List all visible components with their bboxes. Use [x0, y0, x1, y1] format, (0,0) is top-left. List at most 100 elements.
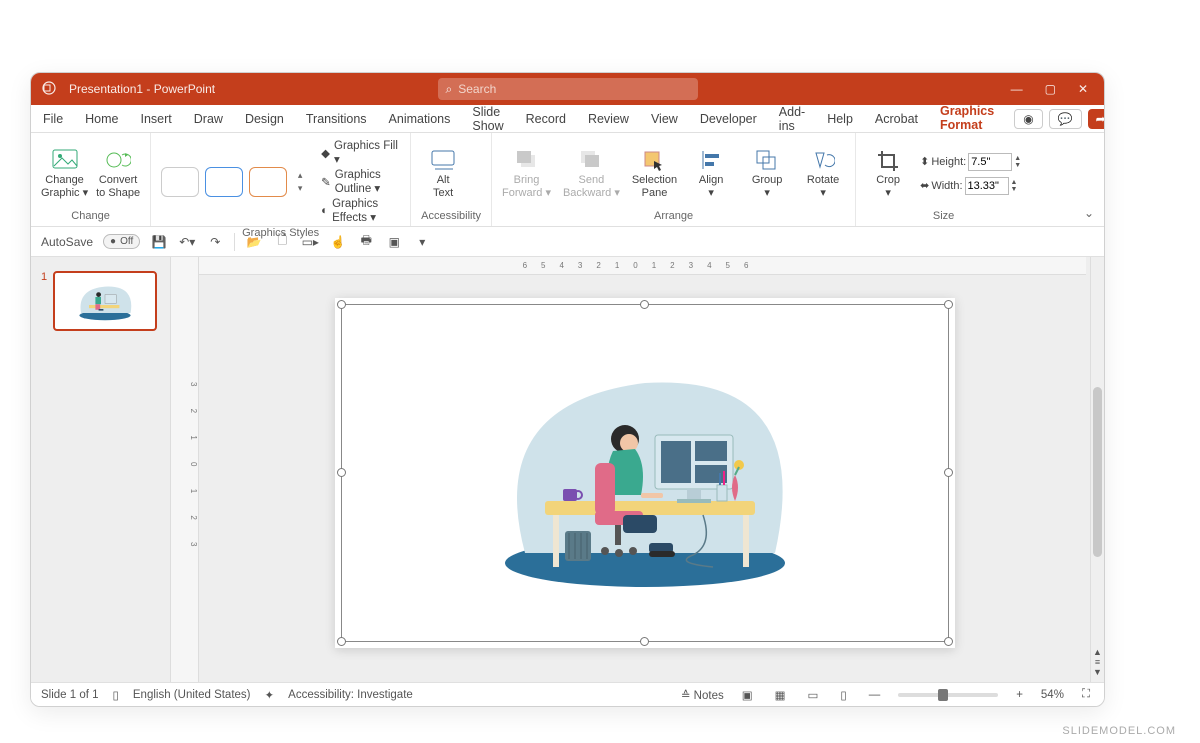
notes-toggle[interactable]: ≙ Notes: [681, 688, 724, 702]
cameo-button[interactable]: ◉: [1014, 109, 1042, 129]
height-icon: ⬍: [920, 155, 929, 168]
slide-counter[interactable]: Slide 1 of 1: [41, 689, 99, 701]
graphics-outline-button[interactable]: ✎Graphics Outline ▾: [321, 168, 400, 196]
align-icon: [697, 148, 725, 172]
graphics-fill-button[interactable]: ◆Graphics Fill ▾: [321, 139, 400, 167]
tab-view[interactable]: View: [649, 108, 680, 130]
resize-handle-tl[interactable]: [337, 300, 346, 309]
slide[interactable]: [335, 298, 955, 648]
style-preset-2[interactable]: [205, 167, 243, 197]
ribbon-group-size: Crop ▾ ⬍Height:▲▼ ⬌Width:▲▼ Size: [856, 133, 1031, 226]
selection-bounding-box[interactable]: [341, 304, 949, 642]
tab-acrobat[interactable]: Acrobat: [873, 108, 920, 130]
width-field[interactable]: ⬌Width:▲▼: [920, 177, 1021, 195]
slide-nav-arrows[interactable]: ▲≡▼: [1091, 648, 1104, 678]
ribbon-group-accessibility: Alt Text Accessibility: [411, 133, 492, 226]
search-input[interactable]: [458, 82, 689, 96]
resize-handle-l[interactable]: [337, 468, 346, 477]
group-label-accessibility: Accessibility: [421, 208, 481, 224]
crop-button[interactable]: Crop ▾: [866, 148, 910, 198]
tab-file[interactable]: File: [41, 108, 65, 130]
share-button[interactable]: ➦▾: [1088, 109, 1105, 129]
group-label-size: Size: [866, 208, 1021, 224]
ribbon-group-arrange: Bring Forward ▾ Send Backward ▾ Selectio…: [492, 133, 856, 226]
bring-forward-button[interactable]: Bring Forward ▾: [502, 148, 551, 198]
alt-text-icon: [429, 148, 457, 172]
graphics-effects-button[interactable]: ◐Graphics Effects ▾: [321, 197, 400, 225]
group-button[interactable]: Group ▾: [745, 148, 789, 198]
bring-forward-icon: [513, 148, 541, 172]
tab-help[interactable]: Help: [825, 108, 855, 130]
slideshow-view-button[interactable]: ▯: [836, 688, 850, 702]
zoom-in-button[interactable]: +: [1012, 689, 1027, 701]
thumb-preview: [53, 271, 157, 331]
resize-handle-b[interactable]: [640, 637, 649, 646]
vertical-ruler[interactable]: 3 2 1 0 1 2 3: [171, 257, 199, 682]
alt-text-button[interactable]: Alt Text: [421, 148, 465, 198]
accessibility-icon: ✦: [265, 688, 275, 702]
zoom-slider[interactable]: [898, 693, 998, 697]
scrollbar-thumb[interactable]: [1093, 387, 1102, 557]
tab-addins[interactable]: Add-ins: [777, 101, 807, 137]
normal-view-button[interactable]: ▣: [738, 688, 757, 702]
style-preset-3[interactable]: [249, 167, 287, 197]
maximize-button[interactable]: ▢: [1045, 82, 1056, 96]
zoom-value[interactable]: 54%: [1041, 689, 1064, 701]
rotate-button[interactable]: Rotate ▾: [801, 148, 845, 198]
height-spinner[interactable]: ▲▼: [1014, 155, 1021, 169]
accessibility-status[interactable]: Accessibility: Investigate: [288, 689, 413, 701]
picture-icon: [51, 148, 79, 172]
tab-draw[interactable]: Draw: [192, 108, 225, 130]
tab-slideshow[interactable]: Slide Show: [470, 101, 505, 137]
minimize-button[interactable]: —: [1011, 82, 1023, 96]
tab-design[interactable]: Design: [243, 108, 286, 130]
width-spinner[interactable]: ▲▼: [1011, 179, 1018, 193]
tab-animations[interactable]: Animations: [387, 108, 453, 130]
tab-record[interactable]: Record: [524, 108, 568, 130]
tab-review[interactable]: Review: [586, 108, 631, 130]
selection-pane-button[interactable]: Selection Pane: [632, 148, 677, 198]
slide-canvas-area[interactable]: [199, 257, 1090, 682]
selection-pane-icon: [640, 148, 668, 172]
height-input[interactable]: [968, 153, 1012, 171]
send-backward-icon: [577, 148, 605, 172]
zoom-out-button[interactable]: —: [865, 689, 885, 701]
resize-handle-r[interactable]: [944, 468, 953, 477]
width-input[interactable]: [965, 177, 1009, 195]
comments-button[interactable]: 💬: [1049, 109, 1082, 129]
tab-transitions[interactable]: Transitions: [304, 108, 369, 130]
close-button[interactable]: ✕: [1078, 82, 1088, 96]
resize-handle-br[interactable]: [944, 637, 953, 646]
sorter-view-button[interactable]: ▦: [771, 688, 790, 702]
resize-handle-t[interactable]: [640, 300, 649, 309]
qat-more-button[interactable]: ▾: [413, 235, 431, 249]
tab-graphics-format[interactable]: Graphics Format: [938, 100, 996, 138]
height-field[interactable]: ⬍Height:▲▼: [920, 153, 1021, 171]
autosave-toggle[interactable]: ● Off: [103, 234, 140, 249]
tab-insert[interactable]: Insert: [139, 108, 174, 130]
language-status[interactable]: English (United States): [133, 689, 251, 701]
convert-to-shape-button[interactable]: Convert to Shape: [96, 148, 140, 198]
change-graphic-button[interactable]: Change Graphic ▾: [41, 148, 88, 198]
style-preset-1[interactable]: [161, 167, 199, 197]
thumb-index: 1: [41, 271, 47, 331]
group-label-change: Change: [41, 208, 140, 224]
ribbon-group-change: Change Graphic ▾ Convert to Shape Change: [31, 133, 151, 226]
crop-icon: [874, 148, 902, 172]
resize-handle-tr[interactable]: [944, 300, 953, 309]
align-button[interactable]: Align ▾: [689, 148, 733, 198]
tab-developer[interactable]: Developer: [698, 108, 759, 130]
resize-handle-bl[interactable]: [337, 637, 346, 646]
slide-thumbnail-1[interactable]: 1: [41, 271, 160, 331]
ribbon-group-styles: ▴▾ ◆Graphics Fill ▾ ✎Graphics Outline ▾ …: [151, 133, 411, 226]
vertical-scrollbar[interactable]: ▲≡▼: [1090, 257, 1104, 682]
fit-to-window-button[interactable]: ⛶: [1078, 688, 1094, 701]
window-title: Presentation1 - PowerPoint: [67, 82, 215, 96]
collapse-ribbon-button[interactable]: ⌄: [1084, 206, 1094, 220]
search-box[interactable]: ⌕: [438, 78, 698, 100]
style-gallery-more[interactable]: ▴▾: [293, 167, 307, 197]
zoom-slider-knob[interactable]: [938, 689, 948, 701]
send-backward-button[interactable]: Send Backward ▾: [563, 148, 620, 198]
tab-home[interactable]: Home: [83, 108, 120, 130]
reading-view-button[interactable]: ▭: [803, 688, 822, 702]
